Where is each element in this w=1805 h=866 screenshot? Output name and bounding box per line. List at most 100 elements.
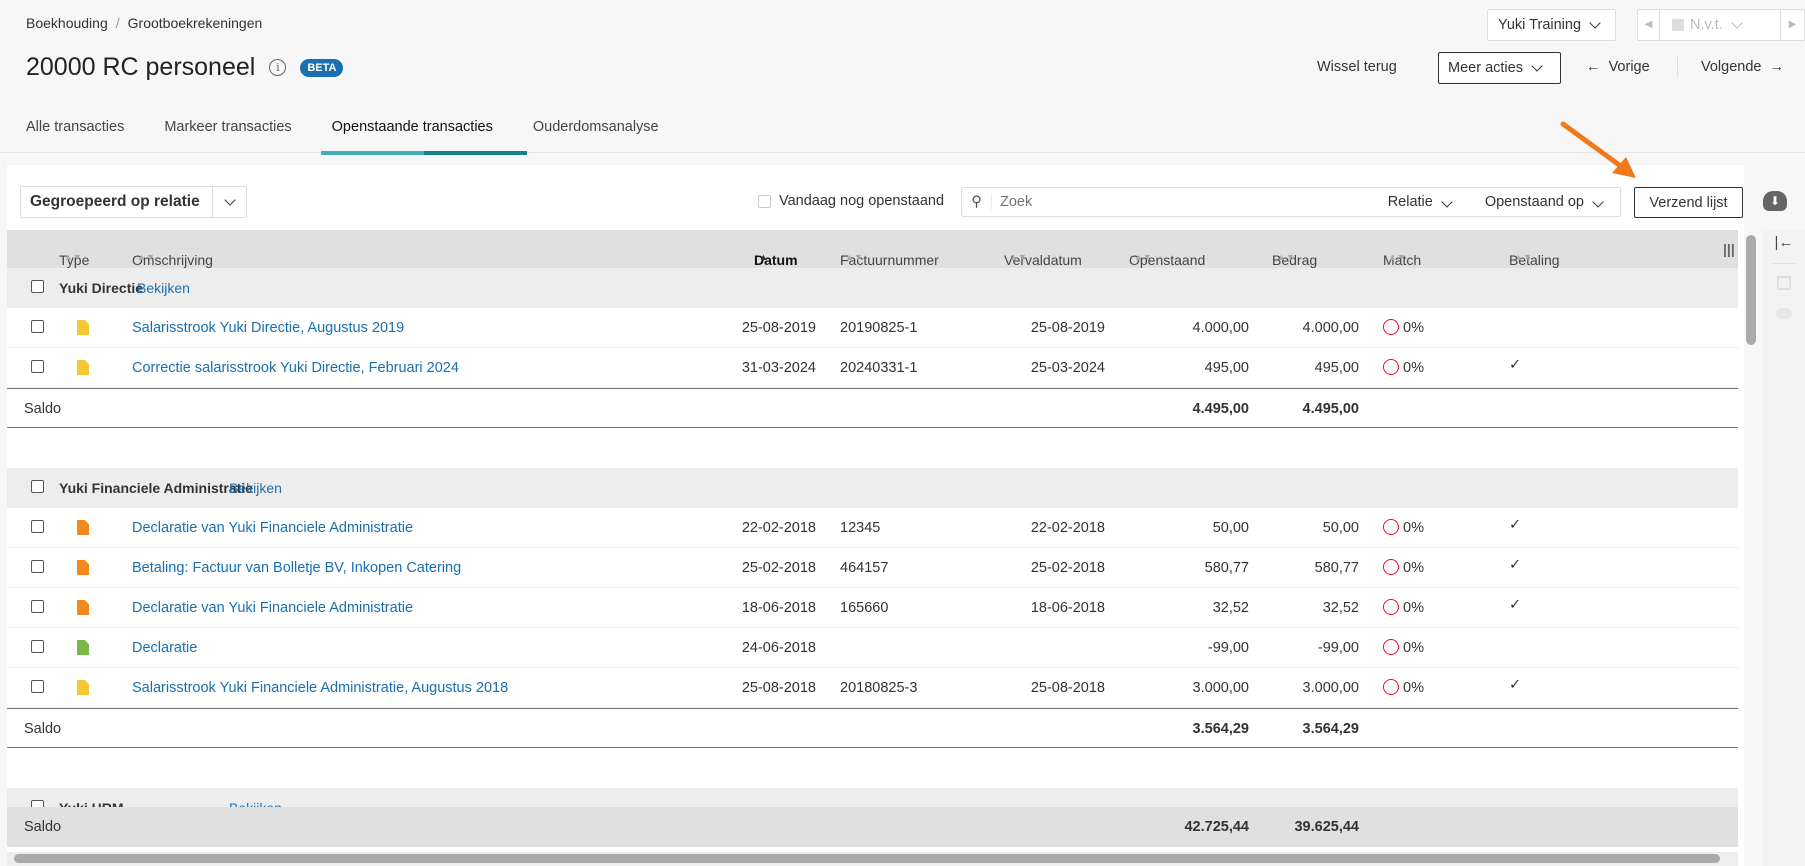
period-navigator: ◀ N.v.t. ▶	[1637, 9, 1805, 41]
sort-icon: ▲▼	[1388, 252, 1406, 262]
amount-cell: 4.000,00	[1302, 320, 1359, 336]
period-select[interactable]: N.v.t.	[1690, 17, 1723, 33]
chevron-down-icon	[1589, 17, 1601, 29]
breadcrumb-grootboekrekeningen[interactable]: Grootboekrekeningen	[128, 15, 263, 31]
edit-icon[interactable]	[1777, 276, 1791, 290]
group-by-select[interactable]: Gegroepeerd op relatie	[20, 186, 247, 218]
today-open-label: Vandaag nog openstaand	[779, 193, 945, 209]
tab-3[interactable]: Ouderdomsanalyse	[533, 119, 659, 155]
row-checkbox[interactable]	[31, 600, 44, 613]
payment-underway-check: ✓	[1509, 357, 1522, 373]
next-button[interactable]: Volgende →	[1701, 59, 1784, 75]
open-on-filter[interactable]: Openstaand op	[1485, 194, 1606, 210]
send-list-button[interactable]: Verzend lijst	[1634, 187, 1743, 218]
table-header: Type ▲▼ Omschrijving ▲▼ Datum ▲ Factuurnummer ▲…	[7, 230, 1738, 284]
description-link[interactable]: Declaratie van Yuki Financiele Administr…	[132, 520, 413, 536]
group-checkbox[interactable]	[31, 480, 44, 493]
salary-document-icon	[77, 320, 89, 335]
group-checkbox[interactable]	[31, 280, 44, 293]
view-link[interactable]: Bekijken	[137, 280, 190, 296]
collapse-panel-icon[interactable]: |←	[1763, 234, 1805, 251]
horizontal-scrollbar[interactable]	[14, 854, 1720, 863]
payment-underway-check: ✓	[1509, 557, 1522, 573]
table-row: Declaratie van Yuki Financiele Administr…	[7, 508, 1738, 548]
sort-icon: ▲▼	[1277, 252, 1295, 262]
column-chooser-icon[interactable]: |||	[1723, 241, 1735, 257]
send-list-label: Verzend lijst	[1649, 194, 1728, 211]
open-amount-cell: 50,00	[1212, 520, 1249, 536]
info-icon[interactable]: i	[269, 59, 287, 76]
view-link[interactable]: Bekijken	[229, 480, 282, 496]
chevron-down-icon	[1531, 60, 1543, 72]
more-actions-button[interactable]: Meer acties	[1438, 52, 1561, 84]
due-date-cell: 25-02-2018	[1030, 560, 1105, 576]
breadcrumb-boekhouding[interactable]: Boekhouding	[26, 15, 108, 31]
tab-0[interactable]: Alle transacties	[26, 119, 124, 155]
period-prev-button[interactable]: ◀	[1638, 10, 1660, 40]
sort-icon: ▲▼	[1134, 252, 1152, 262]
open-amount-cell: 580,77	[1204, 560, 1249, 576]
description-link[interactable]: Salarisstrook Yuki Financiele Administra…	[132, 680, 508, 696]
description-link[interactable]: Declaratie	[132, 640, 197, 656]
period-next-button[interactable]: ▶	[1780, 10, 1804, 40]
payment-underway-check: ✓	[1509, 677, 1522, 693]
match-percent: 0%	[1403, 600, 1424, 616]
match-ring-icon	[1383, 559, 1399, 575]
calendar-icon	[1672, 19, 1684, 31]
row-checkbox[interactable]	[31, 680, 44, 693]
match-percent: 0%	[1403, 320, 1424, 336]
search-input[interactable]	[1000, 194, 1388, 210]
description-link[interactable]: Correctie salarisstrook Yuki Directie, F…	[132, 360, 459, 376]
date-cell: 31-03-2024	[741, 360, 816, 376]
match-percent: 0%	[1403, 360, 1424, 376]
match-status: 0%	[1383, 639, 1424, 656]
due-date-cell: 25-08-2018	[1030, 680, 1105, 696]
today-open-checkbox[interactable]: Vandaag nog openstaand	[758, 193, 944, 209]
invoice-number-cell: 12345	[840, 520, 881, 536]
match-status: 0%	[1383, 679, 1424, 696]
checkbox[interactable]	[758, 194, 771, 208]
switch-back-button[interactable]: Wissel terug	[1317, 59, 1397, 75]
row-checkbox[interactable]	[31, 320, 44, 333]
invoice-number-cell: 20180825-3	[840, 680, 918, 696]
row-checkbox[interactable]	[31, 560, 44, 573]
sort-icon: ▲▼	[1009, 252, 1027, 262]
previous-button[interactable]: ← Vorige	[1586, 59, 1650, 75]
payment-document-icon	[77, 560, 89, 575]
green-document-icon	[77, 640, 89, 655]
tab-2[interactable]: Openstaande transacties	[332, 119, 493, 155]
match-status: 0%	[1383, 519, 1424, 536]
chevron-down-icon	[1592, 196, 1604, 208]
relation-filter-label: Relatie	[1387, 194, 1433, 210]
cloud-download-icon[interactable]	[1776, 308, 1792, 319]
chevron-down-icon	[223, 194, 236, 206]
row-checkbox[interactable]	[31, 520, 44, 533]
match-ring-icon	[1383, 639, 1399, 655]
description-link[interactable]: Salarisstrook Yuki Directie, Augustus 20…	[132, 320, 404, 336]
tab-1[interactable]: Markeer transacties	[164, 119, 291, 155]
company-select-value: Yuki Training	[1498, 17, 1582, 33]
group-row: Yuki Directie Bekijken	[7, 268, 1738, 308]
description-link[interactable]: Declaratie van Yuki Financiele Administr…	[132, 600, 413, 616]
match-status: 0%	[1383, 559, 1424, 576]
chevron-down-icon	[1441, 196, 1453, 208]
open-amount-cell: 3.000,00	[1192, 680, 1249, 696]
payment-underway-check: ✓	[1509, 597, 1522, 613]
chevron-down-icon	[1731, 17, 1743, 29]
saldo-open: 4.495,00	[1192, 401, 1249, 417]
salary-document-icon	[77, 680, 89, 695]
description-link[interactable]: Betaling: Factuur van Bolletje BV, Inkop…	[132, 560, 461, 576]
date-cell: 25-02-2018	[741, 560, 816, 576]
cloud-download-icon[interactable]: ⬇	[1763, 191, 1787, 211]
saldo-amount: 4.495,00	[1302, 401, 1359, 417]
match-ring-icon	[1383, 319, 1399, 335]
row-checkbox[interactable]	[31, 640, 44, 653]
relation-filter[interactable]: Relatie	[1388, 194, 1455, 210]
vertical-scrollbar[interactable]	[1746, 235, 1756, 345]
saldo-label: Saldo	[24, 721, 62, 737]
company-select[interactable]: Yuki Training	[1487, 9, 1616, 41]
row-checkbox[interactable]	[31, 360, 44, 373]
invoice-number-cell: 20190825-1	[840, 320, 918, 336]
due-date-cell: 25-08-2019	[1030, 320, 1105, 336]
active-tab-indicator	[321, 151, 527, 155]
